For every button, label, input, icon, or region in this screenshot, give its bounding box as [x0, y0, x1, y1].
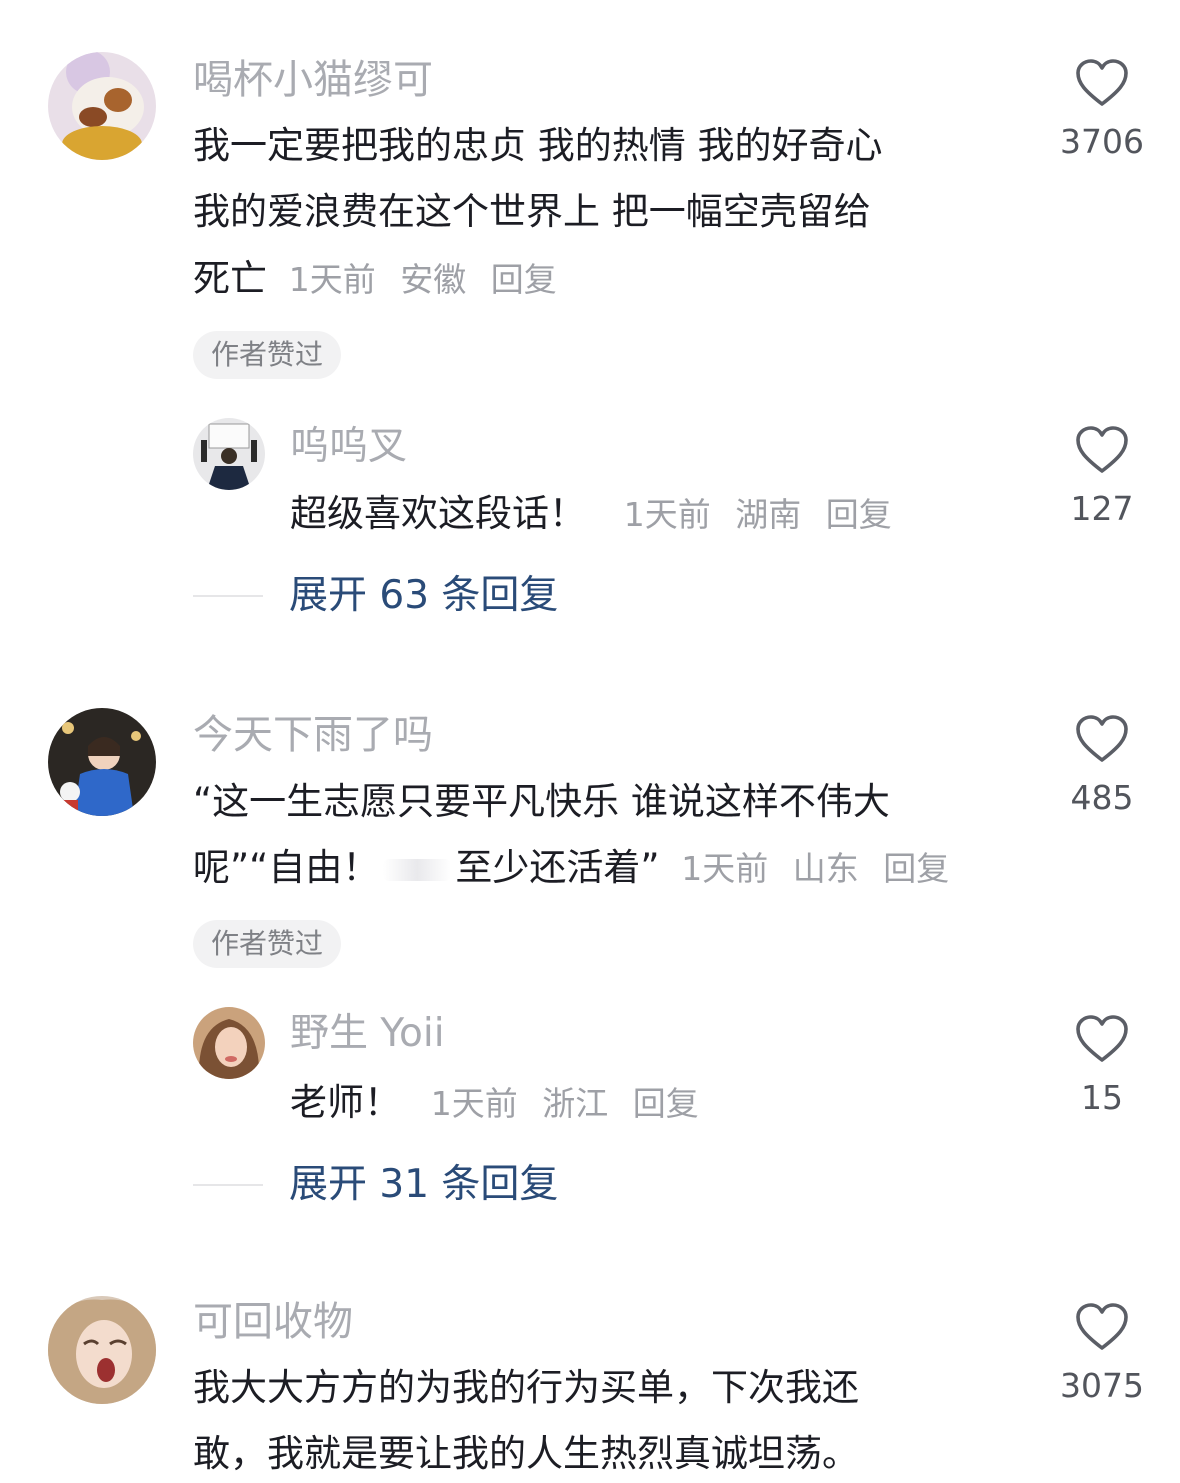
like-count: 3706: [1060, 122, 1144, 161]
reply-time: 1天前: [430, 1084, 518, 1123]
divider: [193, 595, 263, 597]
reply-button[interactable]: 回复: [826, 495, 892, 534]
comment-text-line: “这一生志愿只要平凡快乐 谁说这样不伟大: [193, 780, 890, 823]
heart-outline-icon: [1076, 1015, 1128, 1062]
avatar[interactable]: [48, 708, 156, 816]
heart-outline-icon: [1076, 1303, 1128, 1350]
comment-meta: 1天前 山东 回复: [681, 849, 963, 888]
reply-button[interactable]: 回复: [633, 1084, 699, 1123]
expand-replies[interactable]: 展开 31 条回复: [193, 1160, 793, 1210]
expand-replies-link[interactable]: 展开 63 条回复: [289, 571, 558, 621]
comment-author[interactable]: 今天下雨了吗: [193, 713, 433, 757]
like-count: 485: [1070, 778, 1134, 817]
heart-outline-icon: [1076, 426, 1128, 473]
comment-text-line: 死亡 1天前 安徽 回复: [193, 257, 571, 302]
heart-outline-icon: [1076, 715, 1128, 762]
reply-author[interactable]: 呜呜叉: [290, 425, 407, 469]
like-button[interactable]: 15: [1052, 1014, 1152, 1117]
comment-text-segment: 至少还活着”: [455, 846, 660, 889]
author-liked-badge: 作者赞过: [193, 331, 342, 379]
comment-text-line: 呢”“自由！ 至少还活着” 1天前 山东 回复: [193, 846, 963, 891]
reply-text: 老师！: [290, 1081, 401, 1124]
expand-replies[interactable]: 展开 63 条回复: [193, 571, 793, 621]
comment-location: 山东: [792, 849, 859, 888]
like-count: 3075: [1060, 1366, 1144, 1405]
comment-text-segment: 呢”“自由！: [193, 846, 380, 889]
avatar[interactable]: [48, 1296, 156, 1404]
avatar[interactable]: [193, 1007, 265, 1079]
like-button[interactable]: 127: [1052, 425, 1152, 528]
author-liked-badge: 作者赞过: [193, 920, 342, 968]
avatar[interactable]: [193, 418, 265, 490]
comment-author[interactable]: 可回收物: [193, 1300, 353, 1344]
comment-time: 1天前: [288, 260, 376, 299]
reply-location: 湖南: [735, 495, 802, 534]
reply-text: 超级喜欢这段话！: [290, 492, 586, 535]
reply-meta: 1天前 湖南 回复: [624, 495, 906, 534]
reply-button[interactable]: 回复: [491, 260, 557, 299]
like-button[interactable]: 3706: [1052, 58, 1152, 161]
comment-author[interactable]: 喝杯小猫缪可: [193, 58, 433, 102]
comment-text-line-end: 死亡: [193, 257, 267, 300]
redacted-emoji: [383, 858, 452, 881]
like-button[interactable]: 485: [1052, 714, 1152, 817]
comment-text-line: 我一定要把我的忠贞 我的热情 我的好奇心: [193, 124, 883, 167]
reply-location: 浙江: [542, 1084, 609, 1123]
reply-time: 1天前: [623, 495, 711, 534]
comment-meta: 1天前 安徽 回复: [289, 260, 571, 299]
comment-time: 1天前: [681, 849, 769, 888]
reply-text-line: 老师！ 1天前 浙江 回复: [290, 1081, 713, 1126]
like-count: 127: [1070, 489, 1134, 528]
reply-author[interactable]: 野生 Yoii: [290, 1012, 445, 1056]
reply-meta: 1天前 浙江 回复: [431, 1084, 713, 1123]
comment-text-line: 我大大方方的为我的行为买单，下次我还: [193, 1366, 859, 1409]
comment-text-line: 我的爱浪费在这个世界上 把一幅空壳留给: [193, 190, 871, 233]
like-count: 15: [1081, 1078, 1123, 1117]
reply-button[interactable]: 回复: [883, 849, 949, 888]
heart-outline-icon: [1076, 59, 1128, 106]
comment-text-line: 敢，我就是要让我的人生热烈真诚坦荡。: [193, 1432, 859, 1475]
like-button[interactable]: 3075: [1052, 1302, 1152, 1405]
divider: [193, 1184, 263, 1186]
comment-location: 安徽: [400, 260, 467, 299]
expand-replies-link[interactable]: 展开 31 条回复: [289, 1160, 558, 1210]
reply-text-line: 超级喜欢这段话！ 1天前 湖南 回复: [290, 492, 906, 537]
avatar[interactable]: [48, 52, 156, 160]
